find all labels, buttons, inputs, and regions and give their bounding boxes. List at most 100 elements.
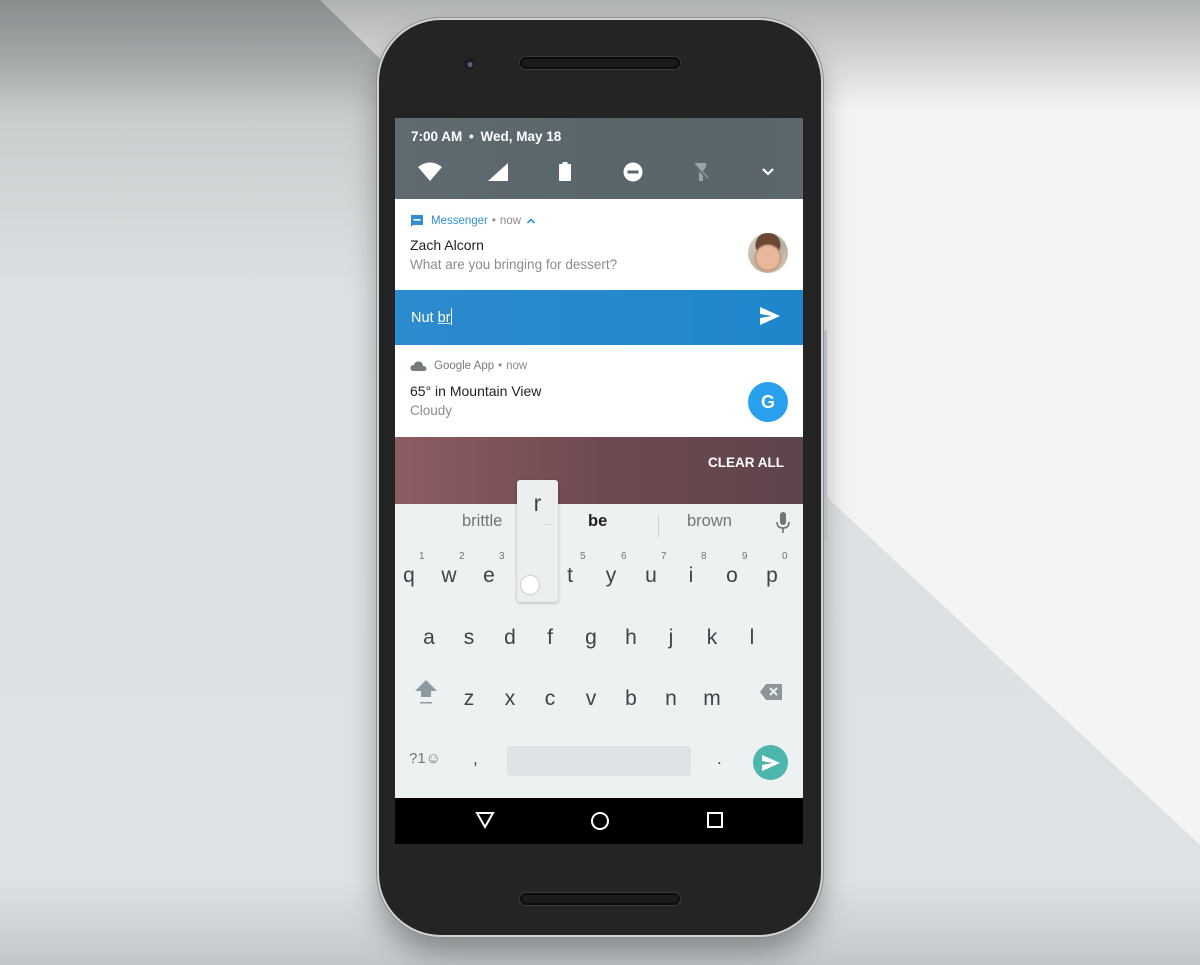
key-z[interactable]: z: [454, 687, 484, 711]
status-separator: •: [469, 129, 474, 144]
quick-setting-cellular[interactable]: [484, 160, 512, 184]
key-p[interactable]: p: [757, 564, 787, 588]
notification-body: What are you bringing for dessert?: [410, 257, 618, 272]
suggestion-left[interactable]: brittle: [462, 512, 502, 531]
text-cursor: [450, 308, 452, 325]
key-m[interactable]: m: [697, 687, 727, 711]
back-triangle-icon: [475, 812, 495, 830]
key-y[interactable]: y: [596, 564, 626, 588]
google-app-notification[interactable]: Google App • now 65° in Mountain View Cl…: [395, 345, 803, 437]
backspace-key[interactable]: [759, 683, 783, 706]
suggestion-divider: [658, 515, 659, 537]
reply-input[interactable]: Nut br: [411, 308, 452, 326]
reply-typed-text: Nut: [411, 310, 438, 326]
notification-time: now: [506, 360, 528, 372]
notification-title: 65° in Mountain View: [410, 383, 542, 399]
inline-reply-field[interactable]: Nut br: [395, 290, 803, 345]
key-u[interactable]: u: [636, 564, 666, 588]
symbols-key[interactable]: ?1☺: [409, 750, 441, 767]
send-icon: [760, 307, 780, 325]
key-n[interactable]: n: [656, 687, 686, 711]
quick-setting-wifi[interactable]: [416, 160, 444, 184]
key-preview-letter: r: [533, 490, 542, 516]
nav-home-button[interactable]: [590, 811, 610, 836]
key-i[interactable]: i: [676, 564, 706, 588]
key-x[interactable]: x: [495, 687, 525, 711]
collapse-chevron-icon[interactable]: [526, 217, 536, 225]
key-hint: 1: [419, 551, 425, 562]
notification-header: Messenger • now: [410, 214, 536, 228]
more-keys-indicator: …: [544, 518, 552, 527]
key-t[interactable]: t: [555, 564, 585, 588]
notification-header: Google App • now: [410, 360, 527, 372]
key-hint: 6: [621, 551, 627, 562]
avatar: [748, 233, 788, 273]
reply-send-button[interactable]: [759, 306, 781, 331]
notification-separator: •: [491, 215, 496, 227]
reply-composing-text: br: [437, 310, 451, 326]
key-d[interactable]: d: [495, 626, 525, 650]
voice-input-button[interactable]: [776, 512, 790, 539]
key-hint: 3: [499, 551, 505, 562]
status-time: 7:00 AM: [411, 129, 463, 144]
notification-app-name: Google App: [434, 360, 495, 372]
key-hint: 0: [782, 551, 788, 562]
notification-app-name: Messenger: [431, 215, 488, 227]
signal-icon: [488, 163, 508, 181]
space-bar[interactable]: [507, 746, 691, 776]
key-w[interactable]: w: [434, 564, 464, 588]
front-camera: [464, 58, 475, 69]
quick-setting-flashlight[interactable]: [687, 160, 715, 184]
key-e[interactable]: e: [474, 564, 504, 588]
nav-back-button[interactable]: [475, 811, 495, 834]
key-o[interactable]: o: [717, 564, 747, 588]
key-c[interactable]: c: [535, 687, 565, 711]
keyboard-send-button[interactable]: [753, 745, 788, 780]
quick-setting-battery[interactable]: [551, 160, 579, 184]
key-g[interactable]: g: [576, 626, 606, 650]
messenger-notification[interactable]: Messenger • now Zach Alcorn What are you…: [395, 199, 803, 290]
quick-settings-expand[interactable]: [754, 160, 782, 184]
touch-indicator: [521, 576, 539, 594]
home-circle-icon: [591, 812, 609, 830]
key-hint: 9: [742, 551, 748, 562]
key-l[interactable]: l: [737, 626, 767, 650]
phone-screen: 7:00 AM • Wed, May 18 Messenger • now Za…: [395, 118, 803, 844]
suggestion-right[interactable]: brown: [687, 512, 732, 531]
shift-key[interactable]: [414, 679, 438, 710]
status-date: Wed, May 18: [480, 129, 562, 144]
key-k[interactable]: k: [697, 626, 727, 650]
key-q[interactable]: q: [395, 564, 424, 588]
battery-icon: [559, 162, 571, 181]
suggestion-center[interactable]: be: [588, 512, 607, 531]
key-hint: 8: [701, 551, 707, 562]
comma-key[interactable]: ,: [473, 749, 478, 769]
do-not-disturb-icon: [623, 162, 643, 182]
key-hint: 5: [580, 551, 586, 562]
google-badge-letter: G: [760, 391, 775, 412]
flashlight-off-icon: [693, 162, 709, 181]
clear-all-button[interactable]: CLEAR ALL: [708, 455, 784, 470]
notification-time: now: [499, 215, 522, 227]
key-b[interactable]: b: [616, 687, 646, 711]
notification-title: Zach Alcorn: [410, 237, 484, 253]
wifi-icon: [418, 162, 442, 181]
quick-setting-do-not-disturb[interactable]: [619, 160, 647, 184]
key-s[interactable]: s: [454, 626, 484, 650]
period-key[interactable]: .: [717, 749, 722, 769]
key-j[interactable]: j: [656, 626, 686, 650]
key-hint: 7: [661, 551, 667, 562]
key-f[interactable]: f: [535, 626, 565, 650]
notification-separator: •: [498, 360, 503, 372]
cloud-icon: [410, 360, 427, 371]
key-h[interactable]: h: [616, 626, 646, 650]
navigation-bar: [395, 798, 803, 844]
wallpaper-area: CLEAR ALL: [395, 437, 803, 504]
notification-body: Cloudy: [410, 403, 453, 418]
key-v[interactable]: v: [576, 687, 606, 711]
key-a[interactable]: a: [414, 626, 444, 650]
status-datetime: 7:00 AM • Wed, May 18: [411, 129, 561, 144]
nav-recents-button[interactable]: [706, 811, 724, 834]
messenger-app-icon: [411, 215, 423, 227]
top-speaker: [520, 57, 680, 69]
